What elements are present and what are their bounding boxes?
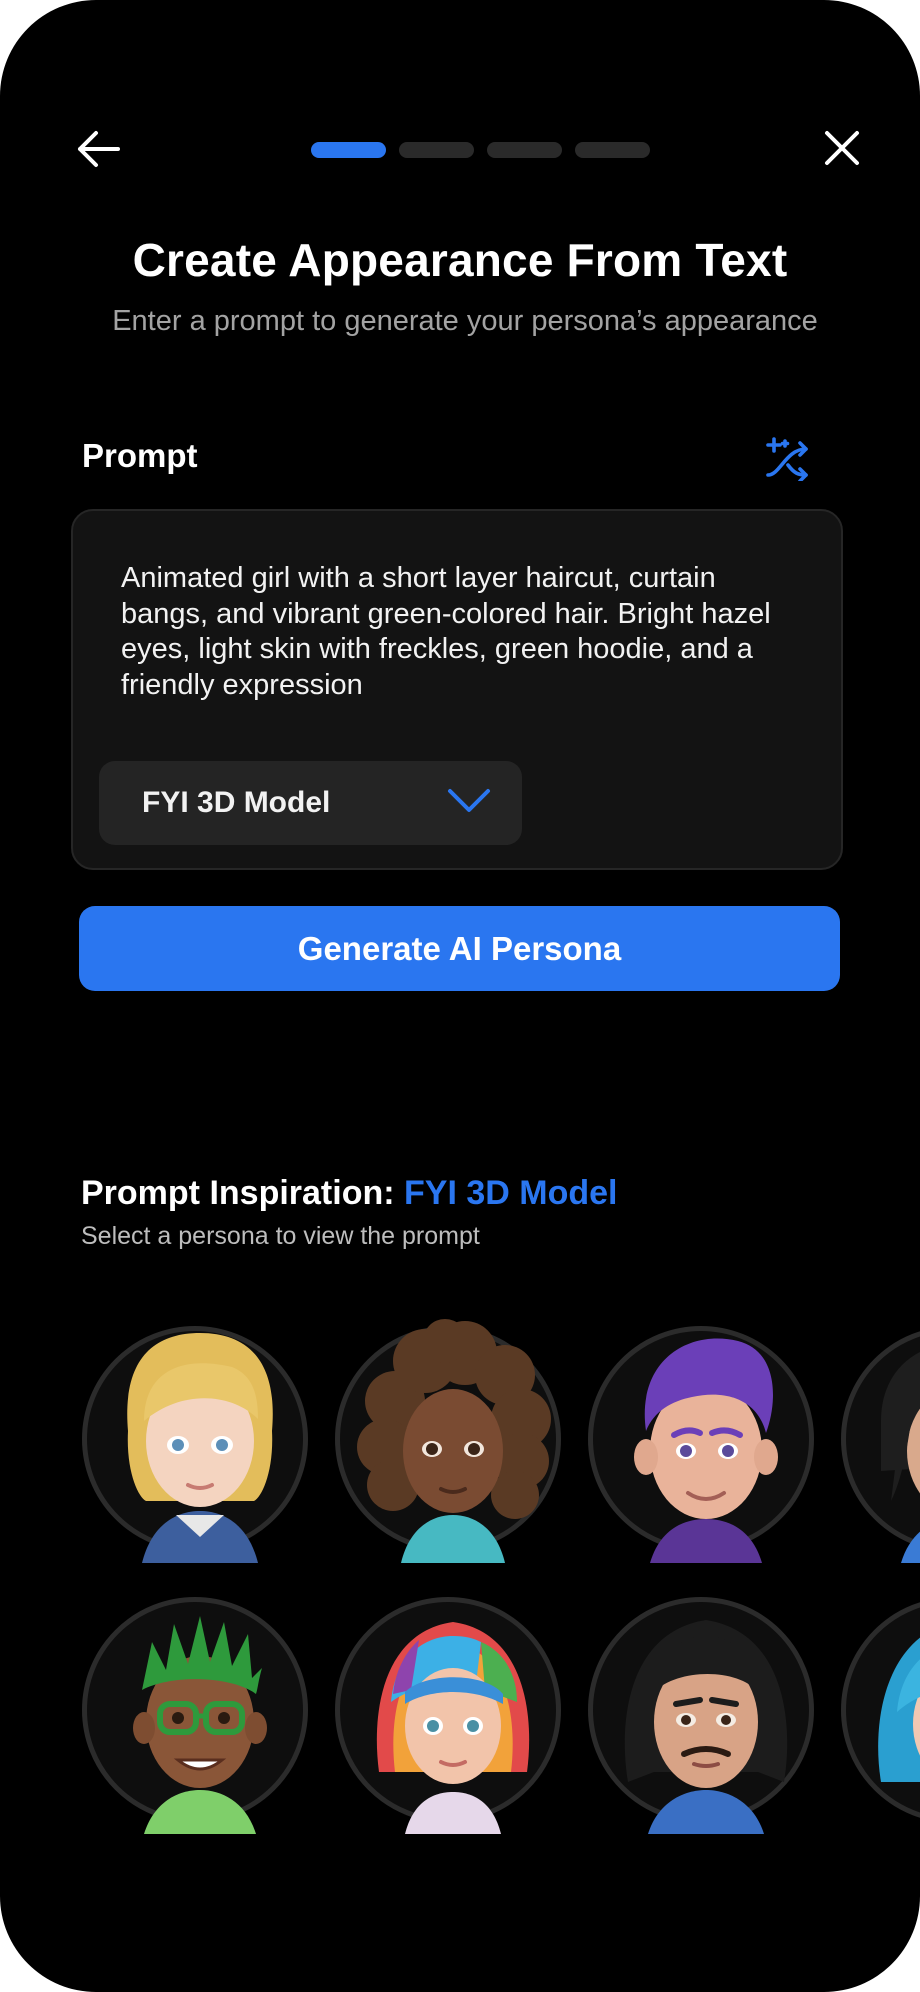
shuffle-button[interactable] (760, 432, 816, 484)
close-button[interactable] (810, 116, 874, 180)
persona-avatar-6[interactable] (335, 1597, 561, 1834)
close-icon (825, 131, 859, 165)
persona-illustration-6 (376, 1622, 530, 1834)
persona-avatar-1[interactable] (82, 1326, 308, 1563)
step-indicator-2 (399, 142, 474, 158)
persona-illustration-3 (634, 1338, 778, 1563)
prompt-label: Prompt (82, 437, 198, 474)
persona-avatar-3[interactable] (588, 1326, 814, 1563)
page-title: Create Appearance From Text (132, 234, 788, 286)
persona-illustration-4 (881, 1352, 920, 1563)
prompt-input-box[interactable]: Animated girl with a short layer haircut… (71, 509, 843, 870)
arrow-left-icon (78, 131, 120, 167)
persona-illustration-8 (878, 1637, 920, 1782)
inspiration-title-prefix: Prompt Inspiration: (81, 1174, 404, 1212)
step-indicator-4 (575, 142, 650, 158)
persona-avatar-2[interactable] (335, 1319, 561, 1563)
persona-illustration-7 (624, 1620, 788, 1834)
inspiration-subtitle: Select a persona to view the prompt (81, 1222, 480, 1250)
page-subtitle: Enter a prompt to generate your persona’… (112, 305, 818, 337)
persona-avatar-7[interactable] (588, 1597, 814, 1834)
inspiration-title: Prompt Inspiration: FYI 3D Model (81, 1174, 617, 1213)
model-select-value: FYI 3D Model (142, 786, 331, 819)
chevron-down-icon (448, 789, 490, 812)
step-indicator-3 (487, 142, 562, 158)
persona-illustration-2 (357, 1319, 551, 1563)
persona-avatar-4[interactable] (841, 1326, 920, 1563)
generate-persona-button[interactable]: Generate AI Persona (79, 906, 840, 991)
shuffle-icon (766, 437, 808, 481)
persona-avatar-8[interactable] (841, 1597, 920, 1823)
persona-avatar-5[interactable] (82, 1597, 308, 1834)
app-screen: Create Appearance From Text Enter a prom… (0, 0, 920, 1992)
persona-illustration-5 (133, 1616, 267, 1834)
model-select[interactable]: FYI 3D Model (99, 761, 522, 845)
back-button[interactable] (66, 117, 130, 181)
prompt-textarea[interactable]: Animated girl with a short layer haircut… (121, 561, 801, 703)
step-indicator-1 (311, 142, 386, 158)
persona-illustration-1 (127, 1333, 273, 1563)
progress-steps (311, 142, 650, 158)
inspiration-title-model: FYI 3D Model (404, 1174, 618, 1212)
